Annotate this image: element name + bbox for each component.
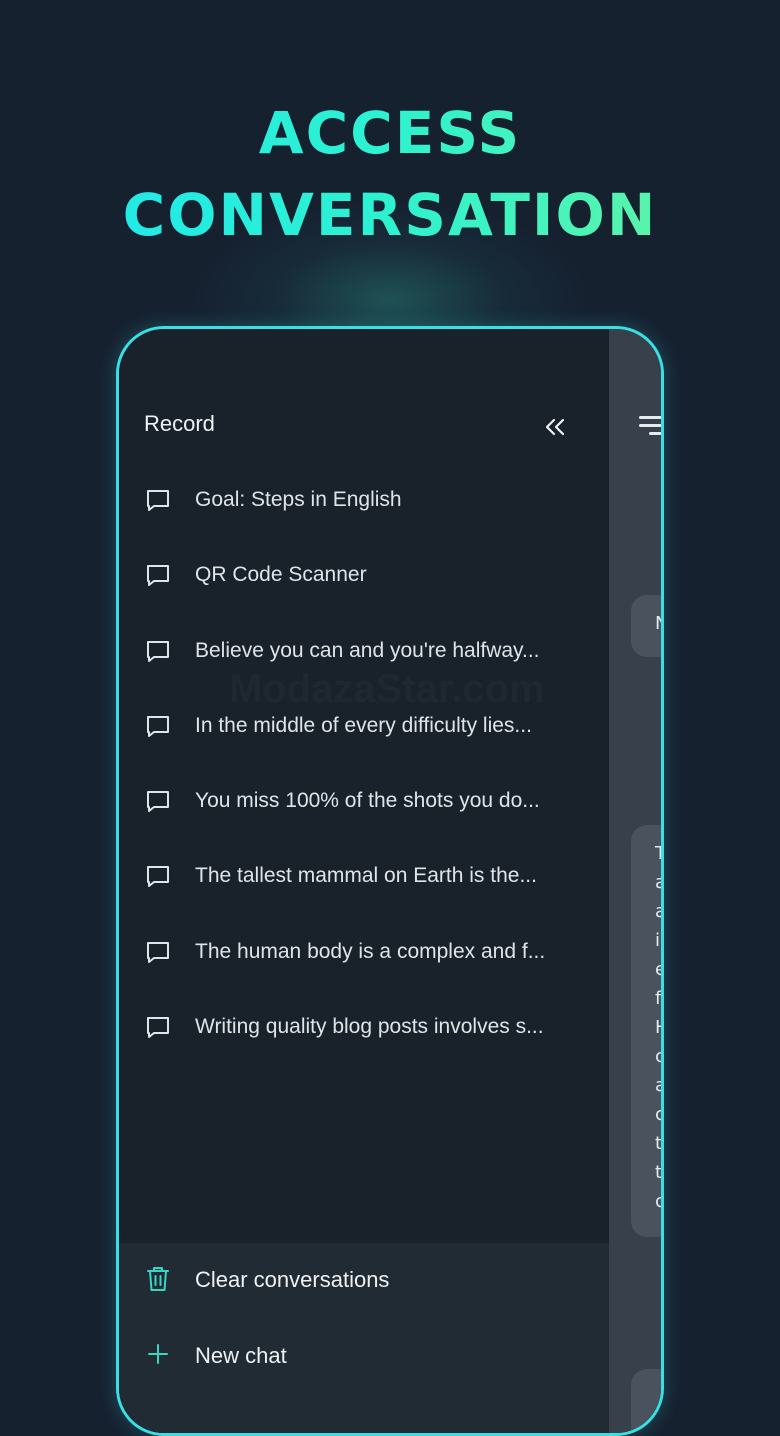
- chat-bubble-icon: [147, 1017, 169, 1039]
- chat-bubble-icon: [147, 565, 169, 587]
- conversation-item[interactable]: Believe you can and you're halfway...: [119, 613, 609, 688]
- new-chat-label: New chat: [195, 1343, 287, 1368]
- message-text: T a a i e f H c a c t t c: [655, 843, 664, 1212]
- double-chevron-left-icon[interactable]: [543, 415, 567, 439]
- chat-bubble-icon: [147, 866, 169, 888]
- menu-icon[interactable]: [639, 413, 664, 437]
- message-text: N: [655, 613, 661, 634]
- headline-line-2: CONVERSATION: [0, 186, 780, 244]
- trash-icon: [147, 1267, 169, 1291]
- new-chat-button[interactable]: New chat: [119, 1319, 609, 1389]
- conversation-title: Writing quality blog posts involves s...: [195, 1015, 544, 1039]
- conversation-title: In the middle of every difficulty lies..…: [195, 713, 532, 737]
- conversation-item[interactable]: In the middle of every difficulty lies..…: [119, 688, 609, 763]
- conversation-item[interactable]: Goal: Steps in English: [119, 462, 609, 537]
- headline-line-1: ACCESS: [0, 104, 780, 162]
- chat-bubble-icon: [147, 640, 169, 662]
- message-bubble: T a a i e f H c a c t t c: [631, 825, 664, 1237]
- plus-icon: [148, 1344, 168, 1364]
- conversation-item[interactable]: You miss 100% of the shots you do...: [119, 763, 609, 838]
- conversation-item[interactable]: The tallest mammal on Earth is the...: [119, 838, 609, 913]
- conversation-title: The tallest mammal on Earth is the...: [195, 864, 537, 888]
- conversation-title: Goal: Steps in English: [195, 488, 402, 511]
- drawer-footer: Clear conversations New chat: [119, 1243, 609, 1433]
- conversation-drawer: Record ModazaStar.com Goal: Steps in Eng…: [119, 329, 609, 1433]
- chat-bubble-icon: [147, 941, 169, 963]
- conversation-list: Goal: Steps in English QR Code Scanner B…: [119, 462, 609, 1064]
- chat-bubble-icon: [147, 791, 169, 813]
- conversation-title: You miss 100% of the shots you do...: [195, 789, 540, 813]
- conversation-title: The human body is a complex and f...: [195, 939, 546, 963]
- conversation-title: Believe you can and you're halfway...: [195, 638, 540, 662]
- message-bubble: [631, 1369, 661, 1433]
- conversation-item[interactable]: QR Code Scanner: [119, 537, 609, 612]
- chat-main-pane: N T a a i e f H c a c t t c: [609, 329, 664, 1433]
- chat-bubble-icon: [147, 490, 169, 511]
- clear-conversations-button[interactable]: Clear conversations: [119, 1243, 609, 1313]
- drawer-title: Record: [144, 411, 215, 436]
- clear-conversations-label: Clear conversations: [195, 1267, 390, 1292]
- conversation-item[interactable]: Writing quality blog posts involves s...: [119, 989, 609, 1064]
- chat-bubble-icon: [147, 715, 169, 737]
- conversation-item[interactable]: The human body is a complex and f...: [119, 914, 609, 989]
- phone-frame: N T a a i e f H c a c t t c Record: [116, 326, 664, 1436]
- conversation-title: QR Code Scanner: [195, 563, 367, 587]
- message-bubble: N: [631, 595, 661, 657]
